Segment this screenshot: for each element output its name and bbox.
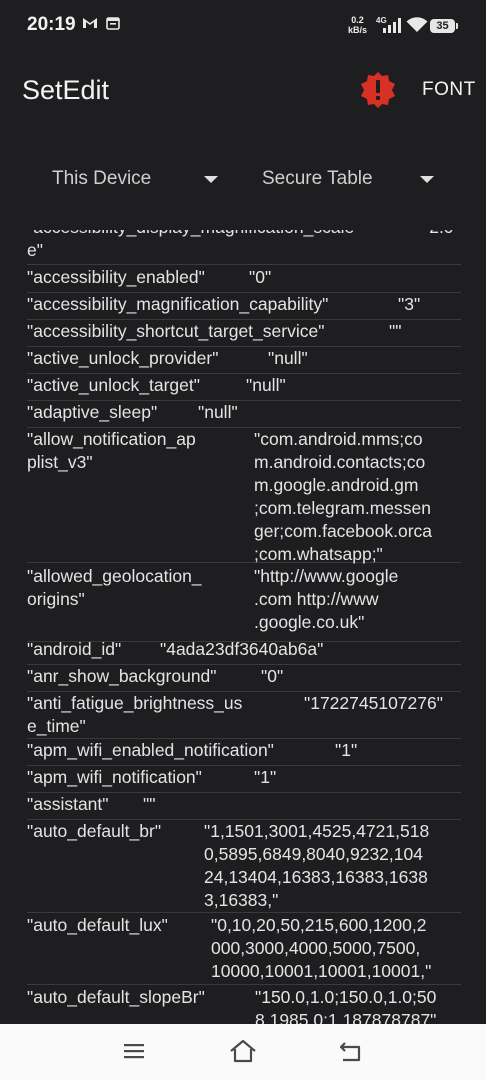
setting-row[interactable]: "auto_default_br" "1,1501,3001,4525,4721… — [27, 820, 461, 913]
setting-value: "1,1501,3001,4525,4721,518 0,5895,6849,8… — [204, 821, 430, 910]
setting-row[interactable]: "anr_show_background" "0" — [27, 665, 461, 692]
font-button[interactable]: FONT — [422, 79, 476, 101]
settings-list[interactable]: "accessibility_display_magnification_sca… — [0, 230, 486, 1025]
status-bar: 20:19 0.2 kB/s 4G 35 — [0, 0, 486, 50]
alert-badge-icon[interactable] — [359, 71, 397, 109]
setting-value: "150.0,1.0;150.0,1.0;50 8.1985,0;1.18787… — [255, 987, 437, 1025]
navigation-bar — [0, 1024, 486, 1080]
wifi-icon — [406, 17, 428, 36]
back-icon[interactable] — [337, 1038, 367, 1064]
setting-value: "" — [143, 794, 156, 814]
setting-value: "null" — [198, 402, 238, 422]
setting-row[interactable]: "allow_notification_ap plist_v3" "com.an… — [27, 428, 461, 564]
device-spinner-label: This Device — [52, 168, 152, 189]
setting-value: "null" — [268, 348, 308, 368]
setting-row[interactable]: "assistant" "" — [27, 793, 461, 820]
setting-key: "anr_show_background" — [27, 666, 217, 686]
device-spinner[interactable]: This Device — [52, 168, 222, 198]
setting-row[interactable]: "anti_fatigue_brightness_us e_time" "172… — [27, 692, 461, 739]
setting-row[interactable]: "apm_wifi_notification" "1" — [27, 766, 461, 793]
setting-key: "assistant" — [27, 794, 109, 814]
setting-value: "0" — [261, 666, 284, 686]
setting-key: "accessibility_display_magnification_sca… — [27, 230, 354, 260]
setting-value: "1722745107276" — [304, 693, 443, 713]
setting-row[interactable]: "accessibility_display_magnification_sca… — [27, 230, 461, 265]
setting-key: "adaptive_sleep" — [27, 402, 158, 422]
setting-key: "active_unlock_provider" — [27, 348, 219, 368]
setting-key: "apm_wifi_notification" — [27, 767, 202, 787]
setting-value: "1" — [335, 740, 358, 760]
setting-row[interactable]: "allowed_geolocation_ origins" "http://w… — [27, 565, 461, 642]
table-spinner[interactable]: Secure Table — [262, 168, 434, 198]
setting-key: "apm_wifi_enabled_notification" — [27, 740, 274, 760]
setting-key: "allowed_geolocation_ origins" — [27, 566, 202, 609]
dropdown-arrow-icon — [420, 176, 434, 183]
setting-key: "accessibility_magnification_capability" — [27, 294, 329, 314]
home-icon[interactable] — [228, 1038, 258, 1064]
signal-icon — [383, 18, 403, 36]
setting-value: "0,10,20,50,215,600,1200,2 000,3000,4000… — [211, 915, 432, 981]
menu-icon[interactable] — [121, 1038, 151, 1064]
setting-key: "android_id" — [27, 639, 122, 659]
setting-row[interactable]: "active_unlock_target" "null" — [27, 374, 461, 401]
setting-key: "auto_default_lux" — [27, 915, 168, 935]
setting-value: "1" — [254, 767, 277, 787]
setting-row[interactable]: "accessibility_shortcut_target_service" … — [27, 320, 461, 347]
setting-row[interactable]: "active_unlock_provider" "null" — [27, 347, 461, 374]
gmail-icon — [82, 16, 98, 33]
setting-value: "4ada23df3640ab6a" — [160, 639, 324, 659]
setting-value: "0" — [249, 267, 272, 287]
network-speed-unit: kB/s — [348, 25, 368, 35]
table-spinner-label: Secure Table — [262, 168, 373, 189]
setting-key: "allow_notification_ap plist_v3" — [27, 429, 196, 472]
setting-key: "active_unlock_target" — [27, 375, 200, 395]
setting-key: "accessibility_shortcut_target_service" — [27, 321, 325, 341]
setting-row[interactable]: "accessibility_magnification_capability"… — [27, 293, 461, 320]
battery-indicator: 35 — [430, 19, 458, 33]
network-speed-value: 0.2 — [351, 15, 364, 25]
setting-value: "3" — [398, 294, 421, 314]
setting-row[interactable]: "adaptive_sleep" "null" — [27, 401, 461, 428]
app-title: SetEdit — [22, 75, 110, 105]
setting-value: "com.android.mms;co m.android.contacts;c… — [254, 429, 433, 564]
setting-value: "null" — [246, 375, 286, 395]
setting-value: "2.0" — [423, 230, 460, 239]
network-speed: 0.2 kB/s — [348, 15, 367, 35]
setting-row[interactable]: "android_id" "4ada23df3640ab6a" — [27, 638, 461, 665]
setting-key: "anti_fatigue_brightness_us e_time" — [27, 693, 243, 736]
status-time: 20:19 — [27, 14, 76, 35]
setting-key: "accessibility_enabled" — [27, 267, 205, 287]
setting-key: "auto_default_slopeBr" — [27, 987, 205, 1007]
dropdown-arrow-icon — [204, 176, 218, 183]
setting-row[interactable]: "auto_default_lux" "0,10,20,50,215,600,1… — [27, 914, 461, 985]
setting-row[interactable]: "accessibility_enabled" "0" — [27, 266, 461, 293]
calendar-icon — [106, 16, 120, 33]
setting-key: "auto_default_br" — [27, 821, 162, 841]
setting-value: "" — [389, 321, 402, 341]
setting-row[interactable]: "apm_wifi_enabled_notification" "1" — [27, 739, 461, 766]
setting-value: "http://www.google .com http://www .goog… — [254, 566, 399, 632]
setting-row[interactable]: "auto_default_slopeBr" "150.0,1.0;150.0,… — [27, 986, 461, 1025]
